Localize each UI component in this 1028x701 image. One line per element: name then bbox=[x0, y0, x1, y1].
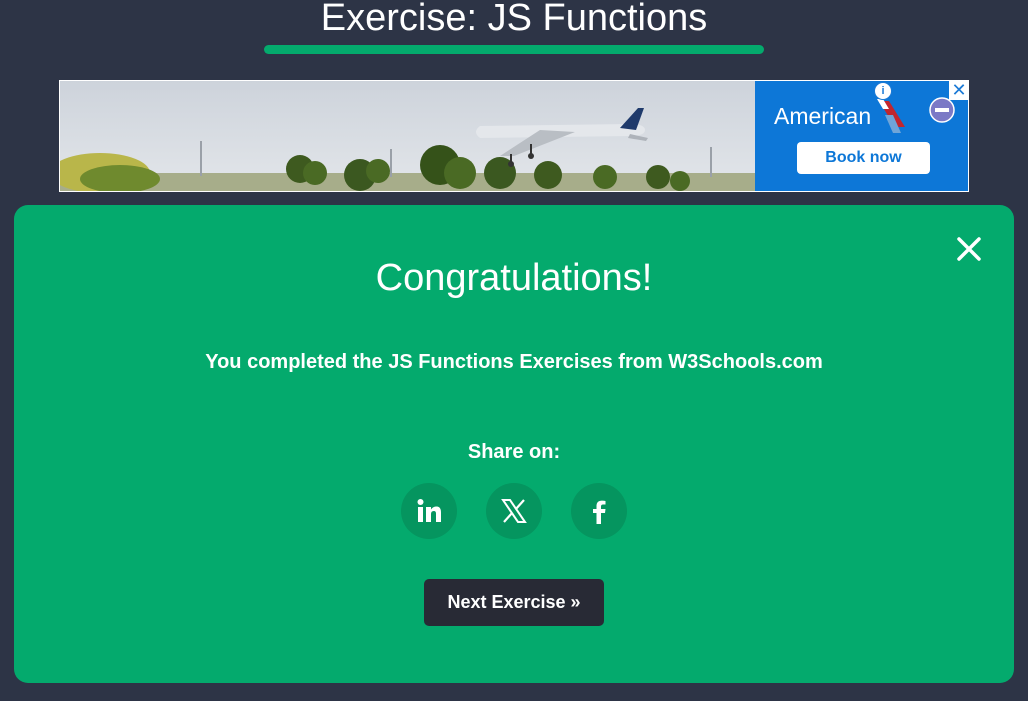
completion-message: You completed the JS Functions Exercises… bbox=[205, 351, 823, 373]
ad-brand-name: American bbox=[774, 103, 872, 129]
oneworld-icon bbox=[929, 97, 955, 123]
share-label: Share on: bbox=[467, 441, 561, 463]
x-icon bbox=[501, 499, 527, 523]
airline-logo-icon bbox=[877, 99, 905, 133]
ad-close-icon[interactable]: ✕ bbox=[949, 80, 969, 100]
progress-bar bbox=[264, 45, 764, 54]
share-x-button[interactable] bbox=[486, 483, 542, 539]
share-facebook-button[interactable] bbox=[571, 483, 627, 539]
congratulations-modal: Congratulations! You completed the JS Fu… bbox=[14, 205, 1014, 683]
page-title: Exercise: JS Functions bbox=[320, 0, 708, 39]
ad-banner[interactable]: American Book now bbox=[59, 80, 969, 192]
next-exercise-button[interactable]: Next Exercise » bbox=[424, 579, 604, 626]
facebook-icon bbox=[593, 500, 606, 524]
ad-book-now-button[interactable]: Book now bbox=[797, 142, 930, 174]
share-linkedin-button[interactable] bbox=[401, 483, 457, 539]
linkedin-icon bbox=[417, 499, 441, 522]
modal-heading: Congratulations! bbox=[375, 257, 653, 299]
ad-brand-panel[interactable]: American Book now bbox=[755, 81, 968, 191]
info-icon[interactable]: i bbox=[874, 82, 892, 100]
ad-photo[interactable] bbox=[60, 81, 755, 191]
